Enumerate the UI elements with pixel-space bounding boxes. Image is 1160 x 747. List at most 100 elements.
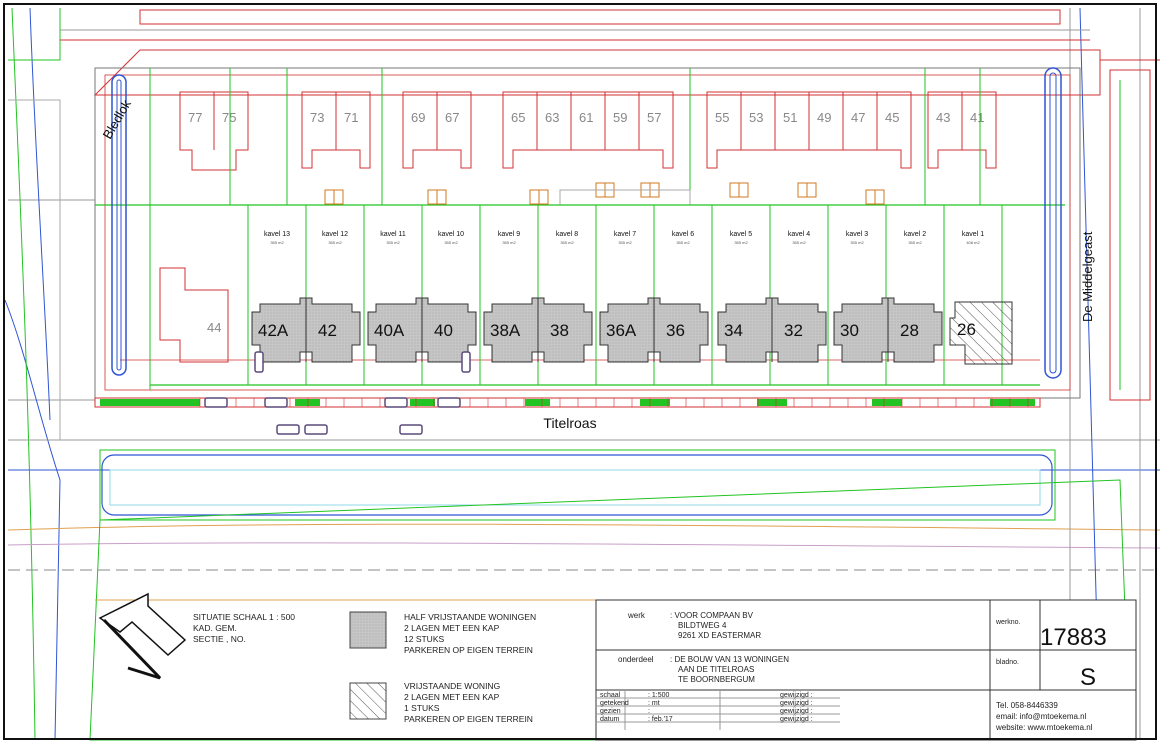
parking-green-bay — [295, 399, 320, 406]
legend-v-1: VRIJSTAANDE WONING — [404, 681, 500, 691]
house-number-44: 44 — [207, 320, 221, 335]
tb-row-right: gewijzigd : — [780, 700, 813, 707]
existing-house-group: 55 53 51 49 47 45 — [706, 91, 912, 169]
existing-house-number: 57 — [647, 110, 661, 125]
plot-label: kavel 12 — [322, 231, 348, 238]
house-number: 42A — [258, 321, 289, 340]
onderdeel-label: onderdeel — [618, 655, 654, 664]
parking-green-bay — [640, 399, 670, 406]
semi-detached-pair: 36A 36 — [599, 297, 709, 363]
plot-label: kavel 5 — [730, 231, 752, 238]
existing-house-number: 71 — [344, 110, 358, 125]
house-number: 34 — [724, 321, 743, 340]
plot-area: 355 m2 — [734, 240, 748, 245]
house-number: 36A — [606, 321, 637, 340]
existing-house-number: 61 — [579, 110, 593, 125]
werk-label: werk — [627, 611, 646, 620]
plot-label: kavel 2 — [904, 231, 926, 238]
semi-detached-pair: 42A 42 — [251, 297, 361, 363]
north-arrow-icon — [98, 592, 187, 680]
semi-detached-pair: 34 32 — [717, 297, 827, 363]
tb-row-value: : 1:500 — [648, 692, 670, 699]
plot-label: kavel 6 — [672, 231, 694, 238]
plot-area: 355 m2 — [328, 240, 342, 245]
legend-v-2: 2 LAGEN MET EEN KAP — [404, 692, 500, 702]
site-plan-drawing: 77 75 73 71 69 67 65 63 61 59 57 55 53 51 49 47 45 43 41 k… — [3, 3, 1160, 741]
street-label-titelroas: Titelroas — [543, 415, 596, 431]
house-number: 40 — [434, 321, 453, 340]
plot-area: 355 m2 — [792, 240, 806, 245]
site-plan-map: 77 75 73 71 69 67 65 63 61 59 57 55 53 51 49 47 45 43 41 k… — [0, 0, 1160, 743]
house-number: 36 — [666, 321, 685, 340]
plot-label: kavel 4 — [788, 231, 810, 238]
car-icon — [264, 397, 288, 408]
legend-vrijstaand-swatch — [349, 682, 387, 720]
legend-hv-1: HALF VRIJSTAANDE WONINGEN — [404, 612, 536, 622]
existing-house-number: 45 — [885, 110, 899, 125]
plot-label: kavel 13 — [264, 231, 290, 238]
plot-area: 355 m2 — [676, 240, 690, 245]
car-icon — [399, 424, 423, 435]
werk-line-1: : VOOR COMPAAN BV — [670, 611, 754, 620]
plot-area: 355 m2 — [502, 240, 516, 245]
semi-detached-pair: 38A 38 — [483, 297, 593, 363]
car-icon — [304, 424, 328, 435]
existing-house-number: 51 — [783, 110, 797, 125]
building-block-outline — [93, 49, 1101, 399]
house-number: 30 — [840, 321, 859, 340]
legend-half-vrijstaand-swatch — [349, 611, 387, 649]
car-icon — [204, 397, 228, 408]
legend-hv-4: PARKEREN OP EIGEN TERREIN — [404, 645, 533, 655]
existing-top-strip — [139, 9, 1061, 25]
parking-strip — [94, 397, 1041, 408]
tb-row-right: gewijzigd : — [780, 716, 813, 723]
detached-house-26: 26 — [949, 301, 1013, 365]
parking-green-bay — [100, 399, 200, 406]
house-number: 38A — [490, 321, 521, 340]
plot-label: kavel 11 — [380, 231, 406, 238]
existing-house-number: 73 — [310, 110, 324, 125]
existing-house-number: 43 — [936, 110, 950, 125]
werk-line-3: 9261 XD EASTERMAR — [678, 631, 761, 640]
house-number: 40A — [374, 321, 405, 340]
existing-house-number: 59 — [613, 110, 627, 125]
plot-area: 355 m2 — [386, 240, 400, 245]
blad-label: bladno. — [996, 659, 1019, 666]
tb-row-value: : — [648, 708, 650, 715]
new-semi-detached-houses: 42A 42 40A 40 38A 38 36A 36 34 32 30 28 — [251, 297, 943, 363]
existing-house-number: 49 — [817, 110, 831, 125]
house-number: 32 — [784, 321, 803, 340]
existing-house-number: 41 — [970, 110, 984, 125]
parking-green-bay — [410, 399, 435, 406]
existing-house-number: 63 — [545, 110, 559, 125]
legend-v-4: PARKEREN OP EIGEN TERREIN — [404, 714, 533, 724]
existing-house-group: 69 67 — [402, 91, 472, 169]
plot-label: kavel 8 — [556, 231, 578, 238]
plot-label: kavel 1 — [962, 231, 984, 238]
existing-house-group: 77 75 — [179, 91, 249, 171]
blad-value: S — [1080, 664, 1096, 691]
car-icon — [276, 424, 300, 435]
legend: SITUATIE SCHAAL 1 : 500 KAD. GEM. SECTIE… — [193, 611, 536, 724]
plot-area: 408 m2 — [966, 240, 980, 245]
plot-area: 355 m2 — [444, 240, 458, 245]
plot-area: 355 m2 — [618, 240, 632, 245]
tb-row-label: getekend — [600, 700, 629, 707]
parking-green-bay — [525, 399, 550, 406]
legend-situatie-2: KAD. GEM. — [193, 623, 237, 633]
house-number: 28 — [900, 321, 919, 340]
existing-house-number: 65 — [511, 110, 525, 125]
parking-green-bay — [872, 399, 902, 406]
existing-houses-row: 77 75 73 71 69 67 65 63 61 59 57 55 53 51 49 47 45 43 41 — [179, 68, 997, 205]
existing-house-number: 69 — [411, 110, 425, 125]
tb-row-label: datum — [600, 716, 620, 723]
plot-area: 355 m2 — [560, 240, 574, 245]
contact-web: website: www.mtoekema.nl — [995, 723, 1093, 732]
car-icon — [437, 397, 461, 408]
parking-green-bay — [757, 399, 787, 406]
house-number: 42 — [318, 321, 337, 340]
existing-house-number: 67 — [445, 110, 459, 125]
house-number: 38 — [550, 321, 569, 340]
tb-row-value: : mt — [648, 700, 660, 707]
existing-house-group: 73 71 — [301, 91, 371, 169]
